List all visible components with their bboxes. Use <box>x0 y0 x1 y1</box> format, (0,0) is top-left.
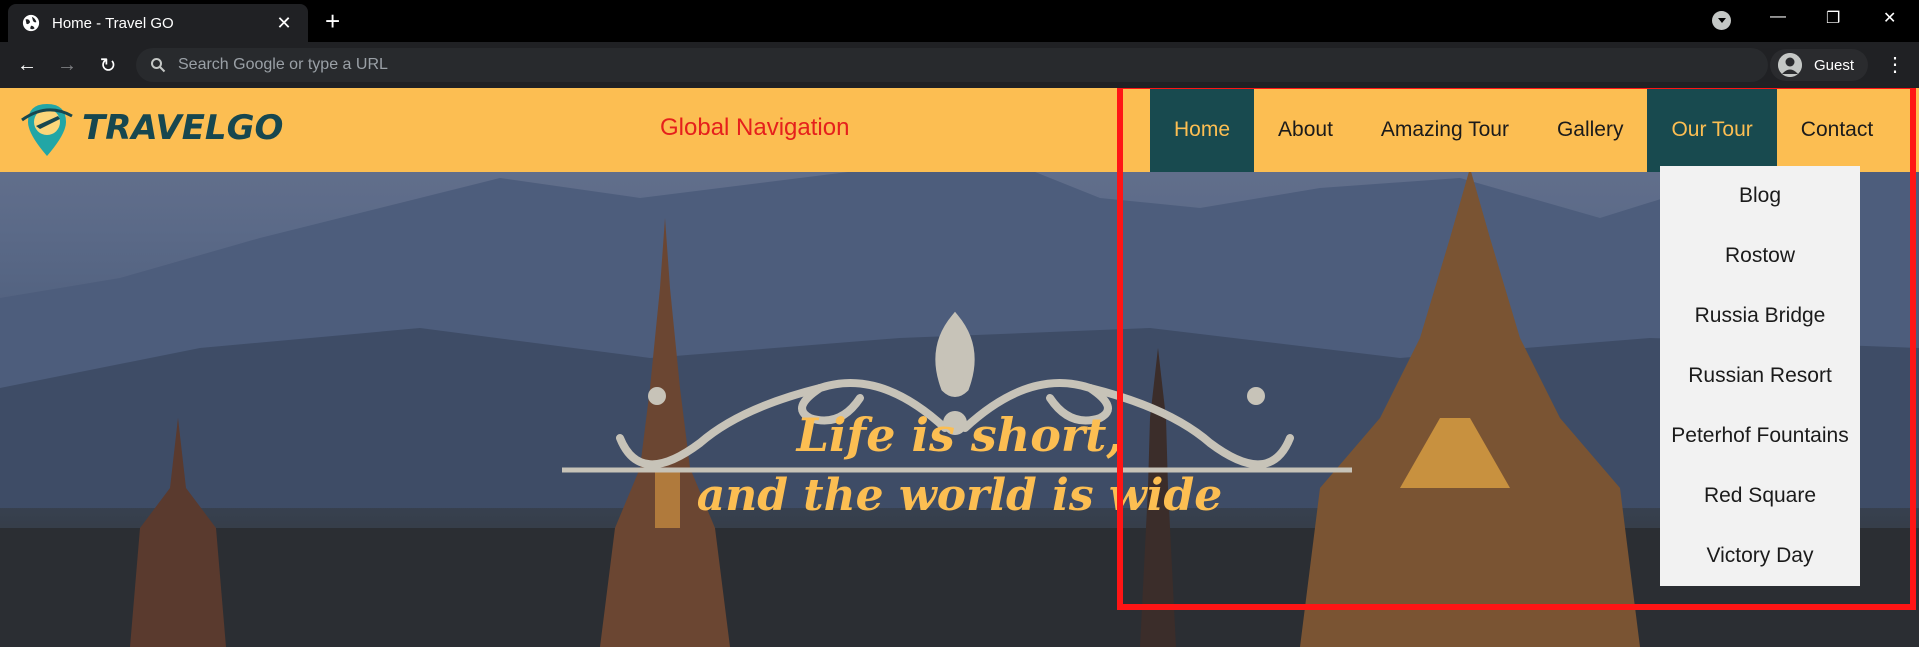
profile-button[interactable]: Guest <box>1770 49 1868 81</box>
chevron-down-icon <box>1717 17 1726 23</box>
address-bar-placeholder: Search Google or type a URL <box>178 56 388 73</box>
address-bar[interactable]: Search Google or type a URL <box>136 48 1768 82</box>
site-logo[interactable]: TRAVELGO <box>18 98 283 158</box>
avatar <box>1778 53 1802 77</box>
browser-menu-icon[interactable]: ⋮ <box>1885 52 1905 77</box>
browser-toolbar: ← → ↻ Search Google or type a URL Guest … <box>0 42 1919 88</box>
profile-label: Guest <box>1814 56 1855 74</box>
annotation-highlight-box <box>1117 88 1916 610</box>
forward-button[interactable]: → <box>54 52 80 78</box>
reload-button[interactable]: ↻ <box>95 52 121 78</box>
close-tab-icon[interactable]: ✕ <box>274 13 294 34</box>
browser-tab[interactable]: Home - Travel GO ✕ <box>8 4 308 42</box>
header-caption: Global Navigation <box>660 114 850 141</box>
restore-button[interactable]: ❐ <box>1826 8 1840 28</box>
web-page: Life is short, and the world is wide TRA… <box>0 88 1919 647</box>
search-icon <box>151 58 166 73</box>
person-icon <box>1778 53 1802 77</box>
logo-text: TRAVELGO <box>82 108 284 148</box>
tab-search-button[interactable] <box>1712 11 1731 30</box>
close-window-button[interactable]: ✕ <box>1883 8 1896 28</box>
browser-tab-strip: Home - Travel GO ✕ + — ❐ ✕ <box>0 0 1919 42</box>
tab-title: Home - Travel GO <box>52 14 174 32</box>
globe-icon <box>22 14 40 32</box>
travel-pin-icon <box>21 104 73 156</box>
new-tab-button[interactable]: + <box>325 6 340 36</box>
back-button[interactable]: ← <box>14 52 40 78</box>
minimize-button[interactable]: — <box>1770 8 1786 26</box>
